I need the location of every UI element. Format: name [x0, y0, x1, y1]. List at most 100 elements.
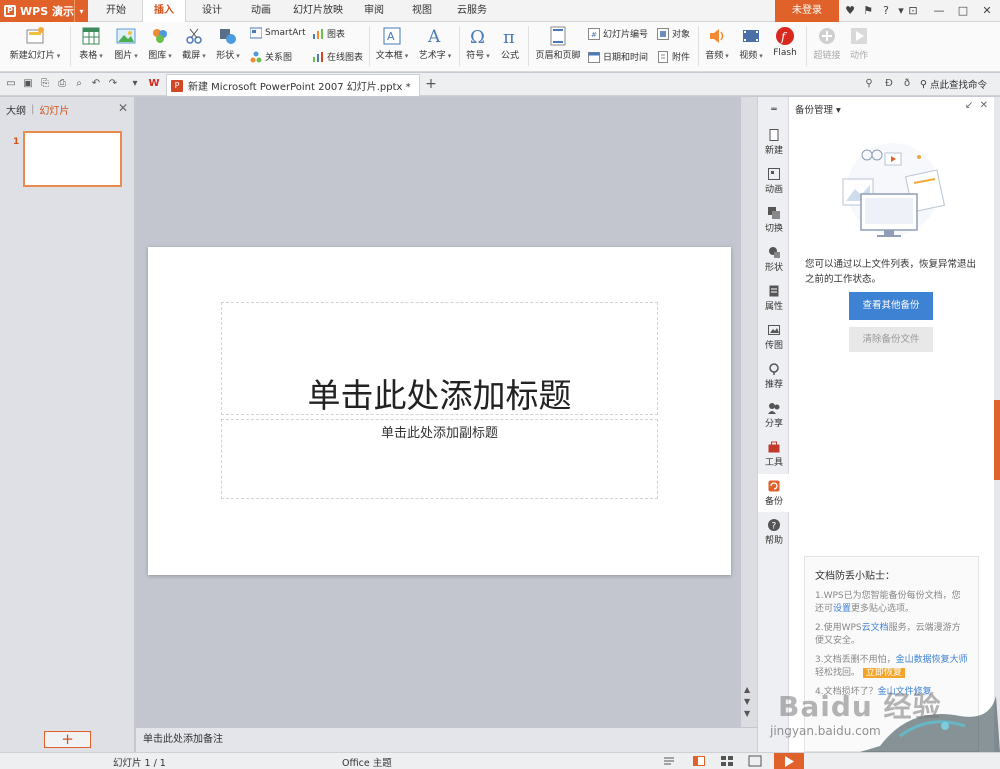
sidebar-item-toolbox[interactable]: 工具 [758, 435, 790, 473]
gift-icon[interactable]: ⚑ [860, 3, 876, 19]
doc-action-icon[interactable]: Ð [882, 77, 896, 91]
recover-now-button[interactable]: 立即恢复 [862, 668, 905, 678]
settings-link[interactable]: 设置 [833, 604, 851, 614]
sidebar-item-transition[interactable]: 切换 [758, 201, 790, 239]
customize-toolbar-icon[interactable]: ▾ [128, 77, 142, 91]
undo-icon[interactable]: ↶ [89, 77, 103, 91]
action-button[interactable]: 动作 [846, 26, 872, 61]
scroll-page-icon[interactable]: ▼ [744, 697, 750, 706]
object-button[interactable]: 对象 [657, 27, 690, 40]
video-button[interactable]: 视频 ▾ [736, 26, 766, 61]
play-slideshow-button[interactable] [774, 753, 804, 769]
tab-view[interactable]: 视图 [404, 0, 440, 22]
wps-home-icon[interactable]: W [147, 77, 161, 91]
reading-view-icon[interactable] [748, 754, 762, 768]
attachment-button[interactable]: 附件 [657, 50, 690, 63]
sidebar-item-property[interactable]: 属性 [758, 279, 790, 317]
maximize-icon[interactable]: □ [950, 0, 976, 22]
pane-dock-icon[interactable]: ↙ [965, 100, 973, 111]
pane-edge-handle[interactable] [994, 400, 1000, 480]
save-icon[interactable]: ▣ [21, 77, 35, 91]
title-placeholder[interactable]: 单击此处添加标题 [221, 302, 658, 415]
sidebar-item-backup[interactable]: 备份 [758, 474, 790, 512]
scroll-up-icon[interactable]: ▲ [744, 685, 750, 694]
online-chart-button[interactable]: 在线图表 [312, 50, 363, 63]
flash-button[interactable]: f Flash [770, 26, 800, 58]
minimize-icon[interactable]: — [926, 0, 952, 22]
tab-slideshow[interactable]: 幻灯片放映 [289, 0, 347, 22]
shape-button[interactable]: 形状 ▾ [213, 26, 243, 61]
sidebar-item-recommend[interactable]: 推荐 [758, 357, 790, 395]
sidebar-item-help[interactable]: ? 帮助 [758, 513, 790, 551]
new-tab-button[interactable]: + [424, 75, 438, 93]
gallery-button[interactable]: 图库 ▾ [145, 26, 175, 61]
normal-view-icon[interactable] [692, 754, 706, 768]
sidebar-item-shape[interactable]: 形状 [758, 240, 790, 278]
hyperlink-button[interactable]: 超链接 [810, 26, 844, 61]
close-panel-icon[interactable]: ✕ [118, 101, 128, 115]
tab-home[interactable]: 开始 [96, 0, 136, 22]
add-slide-button[interactable]: + [44, 731, 91, 748]
tab-design[interactable]: 设计 [192, 0, 232, 22]
separator [70, 26, 71, 66]
tab-outline[interactable]: 大纲 [6, 102, 26, 117]
print-icon[interactable]: ⎙ [55, 77, 69, 91]
pane-title[interactable]: 备份管理 ▾ [795, 102, 841, 116]
subtitle-placeholder[interactable]: 单击此处添加副标题 [221, 419, 658, 499]
scroll-down-icon[interactable]: ▼ [744, 709, 750, 718]
formula-button[interactable]: π 公式 [497, 26, 523, 61]
screenshot-button[interactable]: 截屏 ▾ [179, 26, 209, 61]
data-recovery-link[interactable]: 金山数据恢复大师 [896, 655, 968, 665]
open-folder-icon[interactable]: ▭ [4, 77, 18, 91]
slide-number-button[interactable]: # 幻灯片编号 [588, 27, 648, 40]
datetime-button[interactable]: 日期和时间 [588, 50, 648, 63]
help-question-icon[interactable]: ? [878, 3, 894, 19]
picture-button[interactable]: 图片 ▾ [111, 26, 141, 61]
skin-icon[interactable]: ♥ [842, 3, 858, 19]
textbox-button[interactable]: A 文本框 ▾ [373, 26, 411, 61]
pin-icon[interactable]: ⚲ [862, 77, 876, 91]
vertical-scrollbar[interactable]: ▲ ▼ ▼ [741, 97, 757, 727]
sidebar-item-share[interactable]: 分享 [758, 396, 790, 434]
tab-slides[interactable]: 幻灯片 [39, 102, 69, 117]
close-icon[interactable]: ✕ [974, 0, 1000, 22]
wordart-button[interactable]: A 艺术字 ▾ [415, 26, 455, 61]
restore-window-icon[interactable]: ⊡ [900, 0, 926, 22]
sidebar-item-upload-picture[interactable]: 传图 [758, 318, 790, 356]
sidebar-item-new[interactable]: 新建 [758, 123, 790, 161]
table-button[interactable]: 表格 ▾ [76, 26, 106, 61]
slide-canvas[interactable]: 单击此处添加标题 单击此处添加副标题 [148, 247, 731, 575]
clear-backup-button[interactable]: 清除备份文件 [849, 327, 933, 352]
header-footer-button[interactable]: 页眉和页脚 [532, 26, 584, 61]
view-other-backups-button[interactable]: 查看其他备份 [849, 292, 933, 320]
relation-chart-button[interactable]: 关系图 [250, 50, 292, 63]
tab-animation[interactable]: 动画 [241, 0, 281, 22]
chevron-down-icon[interactable]: ▾ [74, 0, 88, 22]
property-icon [769, 285, 779, 297]
tab-cloud-service[interactable]: 云服务 [450, 0, 494, 22]
export-pdf-icon[interactable]: ⎘ [38, 77, 52, 91]
notes-area[interactable]: 单击此处添加备注 [136, 727, 757, 752]
app-menu-button[interactable]: P WPS 演示 ▾ [0, 0, 88, 22]
new-slide-button[interactable]: 新建幻灯片 ▾ [6, 26, 64, 61]
smartart-button[interactable]: SmartArt [250, 27, 306, 39]
tab-review[interactable]: 审阅 [356, 0, 392, 22]
slide-sorter-icon[interactable] [720, 754, 734, 768]
redo-icon[interactable]: ↷ [106, 77, 120, 91]
print-preview-icon[interactable]: ⌕ [72, 77, 86, 91]
search-command[interactable]: ⚲ 点此查找命令 [920, 77, 987, 92]
login-button[interactable]: 未登录 [775, 0, 839, 22]
audio-button[interactable]: 音频 ▾ [702, 26, 732, 61]
tab-insert[interactable]: 插入 [142, 0, 186, 23]
cloud-docs-link[interactable]: 云文档 [862, 623, 889, 633]
file-lock-icon[interactable]: ð [900, 77, 914, 91]
notes-toggle-icon[interactable] [662, 754, 676, 768]
document-tab[interactable]: P 新建 Microsoft PowerPoint 2007 幻灯片.pptx … [166, 74, 420, 96]
symbol-button[interactable]: Ω 符号 ▾ [463, 26, 493, 61]
slide-thumbnail[interactable] [23, 131, 122, 187]
help-icon: ? [768, 519, 780, 531]
sidebar-collapse-icon[interactable]: ═ [758, 101, 790, 119]
chart-button[interactable]: 图表 [312, 27, 345, 40]
pane-close-icon[interactable]: ✕ [980, 100, 988, 111]
sidebar-item-animation[interactable]: 动画 [758, 162, 790, 200]
